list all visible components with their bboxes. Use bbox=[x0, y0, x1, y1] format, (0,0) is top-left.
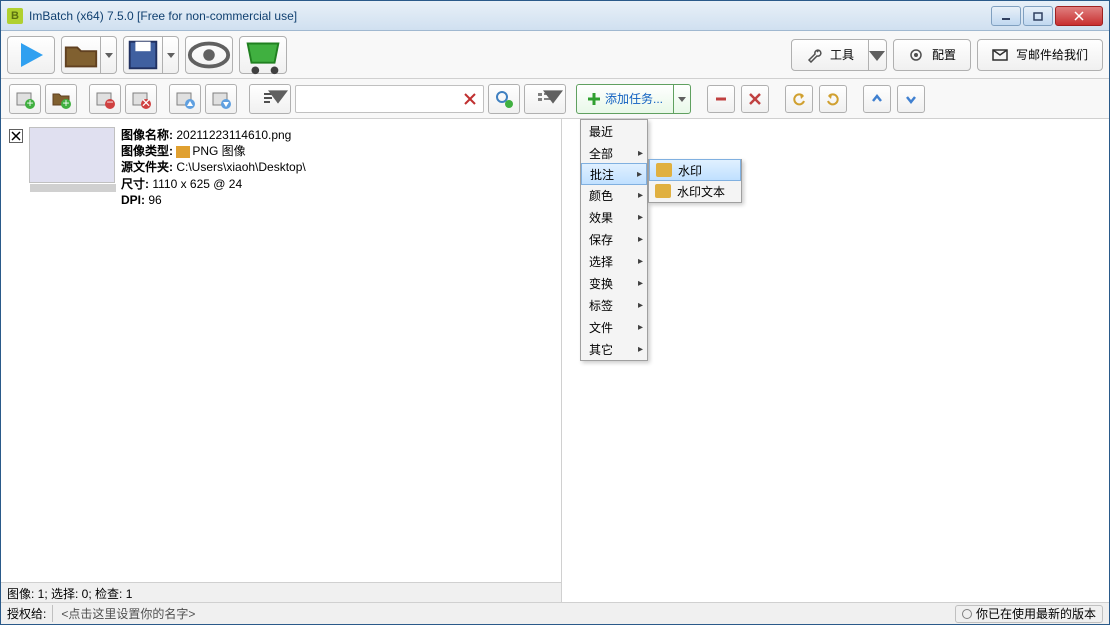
remove-all-button[interactable]: ✕ bbox=[125, 84, 157, 114]
menu-effect[interactable]: 效果 bbox=[581, 206, 647, 228]
task-down-button[interactable] bbox=[897, 85, 925, 113]
menu-select[interactable]: 选择 bbox=[581, 250, 647, 272]
license-link[interactable]: <点击这里设置你的名字> bbox=[53, 605, 203, 622]
open-dropdown[interactable] bbox=[101, 36, 117, 74]
license-label: 授权给: bbox=[7, 605, 53, 622]
image-list-status: 图像: 1; 选择: 0; 检查: 1 bbox=[1, 582, 561, 602]
config-button[interactable]: 配置 bbox=[893, 39, 971, 71]
mail-label: 写邮件给我们 bbox=[1016, 46, 1088, 63]
update-dot-icon bbox=[962, 609, 972, 619]
tools-label: 工具 bbox=[830, 46, 854, 63]
run-button[interactable] bbox=[7, 36, 55, 74]
task-panel: 最近 全部 批注 颜色 效果 保存 选择 变换 标签 文件 其它 水印 水印文本 bbox=[562, 119, 1109, 602]
submenu-watermark[interactable]: 水印 bbox=[649, 159, 741, 181]
image-thumbnail bbox=[29, 127, 115, 183]
maximize-button[interactable] bbox=[1023, 6, 1053, 26]
save-dropdown[interactable] bbox=[163, 36, 179, 74]
config-label: 配置 bbox=[932, 46, 956, 63]
image-list[interactable]: 图像名称: 20211223114610.png 图像类型: PNG 图像 源文… bbox=[1, 119, 561, 582]
submenu-watermark-text[interactable]: 水印文本 bbox=[649, 180, 741, 202]
image-item[interactable]: 图像名称: 20211223114610.png 图像类型: PNG 图像 源文… bbox=[5, 123, 557, 212]
filetype-icon bbox=[176, 146, 190, 158]
sort-button[interactable] bbox=[249, 84, 291, 114]
menu-save[interactable]: 保存 bbox=[581, 228, 647, 250]
menu-transform[interactable]: 变换 bbox=[581, 272, 647, 294]
add-image-button[interactable]: + bbox=[9, 84, 41, 114]
remove-task-button[interactable] bbox=[707, 85, 735, 113]
svg-text:+: + bbox=[26, 96, 33, 109]
image-list-panel: 图像名称: 20211223114610.png 图像类型: PNG 图像 源文… bbox=[1, 119, 562, 602]
menu-other[interactable]: 其它 bbox=[581, 338, 647, 360]
view-mode-button[interactable] bbox=[524, 84, 566, 114]
app-window: B ImBatch (x64) 7.5.0 [Free for non-comm… bbox=[0, 0, 1110, 625]
main-toolbar: 工具 配置 写邮件给我们 bbox=[1, 31, 1109, 79]
mail-button[interactable]: 写邮件给我们 bbox=[977, 39, 1103, 71]
mail-icon bbox=[992, 47, 1008, 63]
gear-icon bbox=[908, 47, 924, 63]
svg-text:✕: ✕ bbox=[141, 96, 151, 109]
app-icon: B bbox=[7, 8, 23, 24]
task-body: 最近 全部 批注 颜色 效果 保存 选择 变换 标签 文件 其它 水印 水印文本 bbox=[562, 119, 1109, 602]
menu-all[interactable]: 全部 bbox=[581, 142, 647, 164]
menu-annotate[interactable]: 批注 bbox=[581, 163, 647, 185]
image-info: 图像名称: 20211223114610.png 图像类型: PNG 图像 源文… bbox=[121, 127, 553, 208]
plus-icon bbox=[587, 92, 601, 106]
watermark-text-icon bbox=[655, 184, 671, 198]
sub-toolbar: + + − ✕ bbox=[1, 79, 1109, 119]
image-checkbox[interactable] bbox=[9, 129, 23, 143]
remove-selected-button[interactable]: − bbox=[89, 84, 121, 114]
tools-button[interactable]: 工具 bbox=[791, 39, 869, 71]
update-status[interactable]: 你已在使用最新的版本 bbox=[955, 605, 1103, 623]
status-bar: 授权给: <点击这里设置你的名字> 你已在使用最新的版本 bbox=[1, 602, 1109, 624]
task-category-menu[interactable]: 最近 全部 批注 颜色 效果 保存 选择 变换 标签 文件 其它 bbox=[580, 119, 648, 361]
add-folder-button[interactable]: + bbox=[45, 84, 77, 114]
move-up-button[interactable] bbox=[169, 84, 201, 114]
search-box[interactable] bbox=[295, 85, 484, 113]
menu-tags[interactable]: 标签 bbox=[581, 294, 647, 316]
menu-file[interactable]: 文件 bbox=[581, 316, 647, 338]
open-button[interactable] bbox=[61, 36, 101, 74]
shop-button[interactable] bbox=[239, 36, 287, 74]
content-area: 图像名称: 20211223114610.png 图像类型: PNG 图像 源文… bbox=[1, 119, 1109, 602]
add-task-label: 添加任务... bbox=[605, 90, 663, 107]
filter-button[interactable] bbox=[488, 84, 520, 114]
undo-button[interactable] bbox=[785, 85, 813, 113]
menu-recent[interactable]: 最近 bbox=[581, 120, 647, 142]
search-input[interactable] bbox=[302, 92, 463, 106]
save-button[interactable] bbox=[123, 36, 163, 74]
clear-tasks-button[interactable] bbox=[741, 85, 769, 113]
svg-text:−: − bbox=[106, 95, 113, 109]
minimize-button[interactable] bbox=[991, 6, 1021, 26]
close-button[interactable] bbox=[1055, 6, 1103, 26]
redo-button[interactable] bbox=[819, 85, 847, 113]
watermark-icon bbox=[656, 163, 672, 177]
add-task-button[interactable]: 添加任务... bbox=[576, 84, 691, 114]
tools-dropdown[interactable] bbox=[869, 39, 887, 71]
add-task-dropdown[interactable] bbox=[674, 85, 690, 113]
window-title: ImBatch (x64) 7.5.0 [Free for non-commer… bbox=[29, 9, 991, 23]
menu-color[interactable]: 颜色 bbox=[581, 184, 647, 206]
svg-text:+: + bbox=[62, 96, 69, 109]
move-down-button[interactable] bbox=[205, 84, 237, 114]
annotate-submenu[interactable]: 水印 水印文本 bbox=[648, 159, 742, 203]
preview-button[interactable] bbox=[185, 36, 233, 74]
wrench-icon bbox=[806, 47, 822, 63]
titlebar: B ImBatch (x64) 7.5.0 [Free for non-comm… bbox=[1, 1, 1109, 31]
task-up-button[interactable] bbox=[863, 85, 891, 113]
clear-search-icon[interactable] bbox=[463, 92, 477, 106]
